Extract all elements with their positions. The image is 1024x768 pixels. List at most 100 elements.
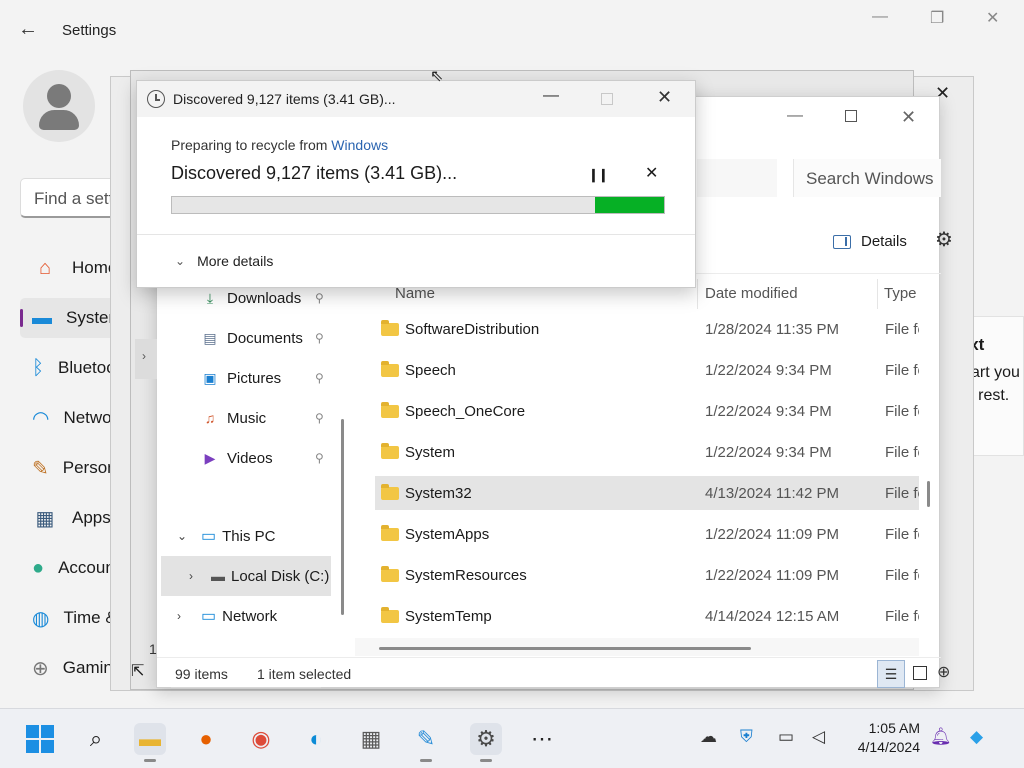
tree-item-local-disk[interactable]: › ▬ Local Disk (C:)	[161, 556, 331, 596]
file-list-scrollbar-thumb[interactable]	[927, 481, 930, 507]
chevron-right-icon[interactable]: ›	[189, 569, 207, 583]
file-explorer-taskbar-icon[interactable]: ▬	[134, 723, 166, 755]
chrome-icon[interactable]: ◉	[245, 723, 277, 755]
horizontal-scrollbar-thumb[interactable]	[379, 647, 751, 650]
details-label: Details	[861, 233, 907, 250]
settings-taskbar-icon[interactable]: ⚙	[470, 723, 502, 755]
notification-bell-icon[interactable]: 🔔︎	[930, 727, 952, 747]
copilot-icon[interactable]: ◆	[970, 727, 983, 747]
explorer-search-input[interactable]: Search Windows	[793, 159, 941, 197]
quick-access-label: Downloads	[227, 289, 302, 307]
file-date: 1/22/2024 9:34 PM	[705, 443, 832, 461]
source-link[interactable]: Windows	[331, 137, 388, 153]
wifi-icon: ◠	[32, 407, 50, 430]
settings-search-input[interactable]: Find a setting	[20, 178, 120, 218]
file-date: 1/22/2024 11:09 PM	[705, 566, 839, 584]
column-header-type[interactable]: Type	[884, 285, 917, 302]
network-icon: ▭	[201, 608, 217, 625]
volume-muted-icon[interactable]: ◁	[812, 727, 825, 747]
settings-nav-brush[interactable]: ✎Personalization	[20, 448, 120, 488]
file-row[interactable]: SoftwareDistribution 1/28/2024 11:35 PM Fi…	[375, 312, 919, 346]
tree-item-this-pc[interactable]: ⌄ ▭ This PC	[177, 523, 275, 549]
explorer-close-button[interactable]: ✕	[901, 107, 916, 128]
file-type: File folder	[885, 320, 919, 338]
windows-logo-icon	[26, 725, 54, 753]
settings-title: Settings	[62, 22, 117, 39]
pin-icon[interactable]: ⚲	[315, 331, 324, 345]
folder-icon	[381, 606, 399, 623]
clock[interactable]: 1:05 AM 4/14/2024	[840, 719, 920, 757]
quick-access-label: Pictures	[227, 369, 282, 387]
settings-restore-button[interactable]: ❐	[930, 8, 944, 28]
dialog-titlebar[interactable]: Discovered 9,127 items (3.41 GB)... — ✕	[137, 81, 695, 117]
collapsed-pane[interactable]: ›	[135, 339, 157, 379]
globe-icon: ◍	[32, 607, 50, 630]
column-header-date[interactable]: Date modified	[705, 285, 798, 302]
details-pane-button[interactable]: Details	[833, 233, 907, 250]
pin-icon[interactable]: ⚲	[315, 291, 324, 305]
tree-item-network[interactable]: › ▭ Network	[177, 603, 277, 629]
nav-scrollbar-thumb[interactable]	[341, 419, 344, 615]
back-arrow-icon[interactable]: ←	[18, 18, 38, 41]
zoom-icon[interactable]: ⊕	[937, 662, 950, 682]
details-view-icon[interactable]: ☰	[877, 660, 905, 688]
cancel-operation-button[interactable]: ✕	[645, 163, 658, 183]
quick-access-music[interactable]: ♫ Music ⚲	[201, 405, 341, 431]
quick-access-downloads[interactable]: ⤓ Downloads ⚲	[201, 285, 341, 311]
column-divider[interactable]	[697, 279, 698, 309]
pin-icon[interactable]: ⚲	[315, 411, 324, 425]
file-row[interactable]: Speech 1/22/2024 9:34 PM File folder	[375, 353, 919, 387]
file-row[interactable]: Speech_OneCore 1/22/2024 9:34 PM File fold…	[375, 394, 919, 428]
settings-nav-bluetooth[interactable]: ᛒBluetooth & devices	[20, 348, 120, 388]
explorer-minimize-button[interactable]: —	[787, 107, 803, 125]
cloud-offline-icon[interactable]: ☁	[700, 727, 717, 747]
file-type: File folder	[885, 402, 919, 420]
start-button[interactable]	[24, 723, 56, 755]
file-row[interactable]: SystemTemp 4/14/2024 12:15 AM File folder	[375, 599, 919, 633]
dialog-close-button[interactable]: ✕	[657, 87, 672, 108]
folder-icon	[381, 401, 399, 418]
settings-nav-wifi[interactable]: ◠Network & internet	[20, 398, 120, 438]
tiles-view-icon[interactable]	[913, 666, 927, 680]
settings-nav-apps[interactable]: ▦ Apps	[20, 498, 120, 538]
settings-minimize-button[interactable]: —	[872, 8, 888, 26]
paint-icon[interactable]: ✎	[410, 723, 442, 755]
settings-nav-home[interactable]: ⌂ Home	[20, 248, 120, 288]
network-status-icon[interactable]: ▭	[778, 727, 794, 747]
settings-nav-globe[interactable]: ◍Time & language	[20, 598, 120, 638]
avatar[interactable]	[23, 70, 95, 142]
pin-icon[interactable]: ⚲	[315, 451, 324, 465]
pin-icon[interactable]: ⚲	[315, 371, 324, 385]
file-type: File folder	[885, 484, 919, 502]
column-divider[interactable]	[877, 279, 878, 309]
settings-nav-accounts[interactable]: ●Accounts	[20, 548, 120, 588]
pause-button[interactable]: ❙❙	[588, 167, 609, 183]
address-bar[interactable]	[697, 159, 777, 197]
more-details-toggle[interactable]: ⌄ More details	[175, 253, 273, 269]
security-shield-icon[interactable]: ⛨	[740, 727, 753, 747]
firefox-icon[interactable]: ●	[190, 723, 222, 755]
gear-icon[interactable]: ⚙	[935, 227, 953, 252]
dialog-title: Discovered 9,127 items (3.41 GB)...	[173, 91, 396, 107]
chevron-down-icon[interactable]: ⌄	[177, 529, 195, 543]
settings-nav-system[interactable]: ▬ System	[20, 298, 120, 338]
explorer-maximize-button[interactable]	[845, 110, 857, 122]
file-row[interactable]: System 1/22/2024 9:34 PM File folder	[375, 435, 919, 469]
search-icon[interactable]: ⌕	[80, 723, 112, 755]
quick-access-pictures[interactable]: ▣ Pictures ⚲	[201, 365, 341, 391]
file-row[interactable]: System32 4/13/2024 11:42 PM File folder	[375, 476, 919, 510]
this-pc-label: This PC	[222, 527, 276, 545]
settings-close-button[interactable]: ✕	[986, 8, 999, 28]
taskbar: ⌕ ▬ ● ◉ ◐ ▦ ✎ ⚙ ⋯ ☁ ⛨ ▭ ◁ 1:05 AM 4/14/2…	[0, 708, 1024, 768]
dialog-minimize-button[interactable]: —	[543, 87, 559, 105]
quick-access-documents[interactable]: ▤ Documents ⚲	[201, 325, 341, 351]
file-row[interactable]: SystemResources 1/22/2024 11:09 PM File fo…	[375, 558, 919, 592]
network-label: Network	[222, 607, 278, 625]
quick-access-videos[interactable]: ▶ Videos ⚲	[201, 445, 341, 471]
file-row[interactable]: SystemApps 1/22/2024 11:09 PM File folder	[375, 517, 919, 551]
chevron-right-icon[interactable]: ›	[177, 609, 195, 623]
more-apps-icon[interactable]: ⋯	[526, 723, 558, 755]
settings-nav-gamepad[interactable]: ⊕ Gaming	[20, 648, 120, 688]
calculator-icon[interactable]: ▦	[355, 723, 387, 755]
edge-icon[interactable]: ◐	[300, 723, 332, 755]
